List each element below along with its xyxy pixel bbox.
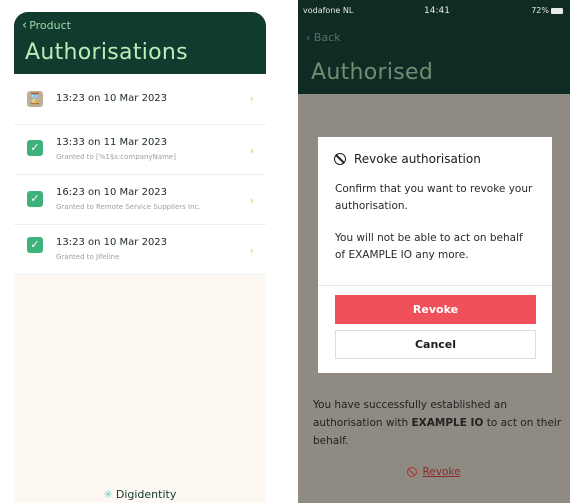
header: vodafone NL 14:41 72% ‹ Back Authorised (298, 0, 570, 94)
page-title: Authorisations (25, 40, 188, 65)
battery-icon (551, 7, 563, 14)
chevron-right-icon: › (249, 244, 254, 257)
chevron-left-icon: ‹ (22, 18, 28, 33)
chevron-right-icon: › (249, 194, 254, 207)
item-grantee: Granted to Jifeline (56, 253, 120, 261)
checkmark-icon: ✓ (27, 191, 43, 207)
chevron-right-icon: › (249, 144, 254, 157)
hourglass-icon: ⌛ (27, 91, 43, 107)
back-link[interactable]: ‹ Product (22, 19, 71, 32)
authorisation-info: You have successfully established an aut… (313, 396, 563, 450)
battery-percent: 72% (531, 6, 549, 15)
carrier-label: vodafone NL (303, 6, 354, 15)
item-grantee: Granted to Remote Service Suppliers Inc. (56, 203, 201, 211)
checkmark-icon: ✓ (27, 140, 43, 156)
ban-icon (407, 467, 418, 477)
divider (318, 285, 552, 286)
revoke-link[interactable]: Revoke (298, 466, 570, 478)
list-item[interactable]: ⌛ 13:23 on 10 Mar 2023 › (14, 74, 266, 125)
item-date: 16:23 on 10 Mar 2023 (56, 187, 168, 198)
item-date: 13:23 on 10 Mar 2023 (56, 237, 168, 248)
back-label: Product (29, 19, 71, 32)
clock: 14:41 (424, 6, 450, 16)
company-name: EXAMPLE IO (411, 417, 484, 429)
revoke-button[interactable]: Revoke (335, 295, 536, 324)
authorisations-screen: ‹ Product Authorisations ⌛ 13:23 on 10 M… (14, 12, 266, 503)
list-item[interactable]: ✓ 13:33 on 11 Mar 2023 Granted to [%1$s:… (14, 124, 266, 175)
chevron-right-icon: › (249, 92, 254, 105)
brand-footer: ✳ Digidentity (14, 488, 266, 501)
status-bar: vodafone NL 14:41 72% (298, 0, 570, 20)
ban-icon (334, 153, 346, 165)
digidentity-logo-icon: ✳ (103, 488, 113, 501)
dialog-header: Revoke authorisation (334, 152, 481, 166)
cancel-button[interactable]: Cancel (335, 330, 536, 359)
battery-indicator: 72% (531, 6, 563, 15)
dialog-confirm-text: Confirm that you want to revoke your aut… (335, 183, 533, 212)
item-grantee: Granted to [%1$s:companyName] (56, 153, 176, 161)
authorised-screen: vodafone NL 14:41 72% ‹ Back Authorised … (298, 0, 570, 503)
item-date: 13:23 on 10 Mar 2023 (56, 93, 168, 104)
authorisation-list: ⌛ 13:23 on 10 Mar 2023 › ✓ 13:33 on 11 M… (14, 74, 266, 276)
back-link[interactable]: ‹ Back (306, 31, 341, 44)
back-label: Back (313, 31, 341, 44)
dialog-warning-text: You will not be able to act on behalf of… (335, 232, 523, 261)
header: ‹ Product Authorisations (14, 12, 266, 74)
list-item[interactable]: ✓ 13:23 on 10 Mar 2023 Granted to Jifeli… (14, 224, 266, 275)
list-item[interactable]: ✓ 16:23 on 10 Mar 2023 Granted to Remote… (14, 174, 266, 225)
page-title: Authorised (311, 60, 434, 85)
revoke-link-label: Revoke (422, 466, 461, 478)
dialog-title: Revoke authorisation (354, 152, 481, 166)
revoke-dialog: Revoke authorisation Confirm that you wa… (318, 137, 552, 373)
dialog-body: Confirm that you want to revoke your aut… (335, 181, 535, 279)
brand-name: Digidentity (115, 488, 177, 501)
item-date: 13:33 on 11 Mar 2023 (56, 137, 168, 148)
checkmark-icon: ✓ (27, 237, 43, 253)
